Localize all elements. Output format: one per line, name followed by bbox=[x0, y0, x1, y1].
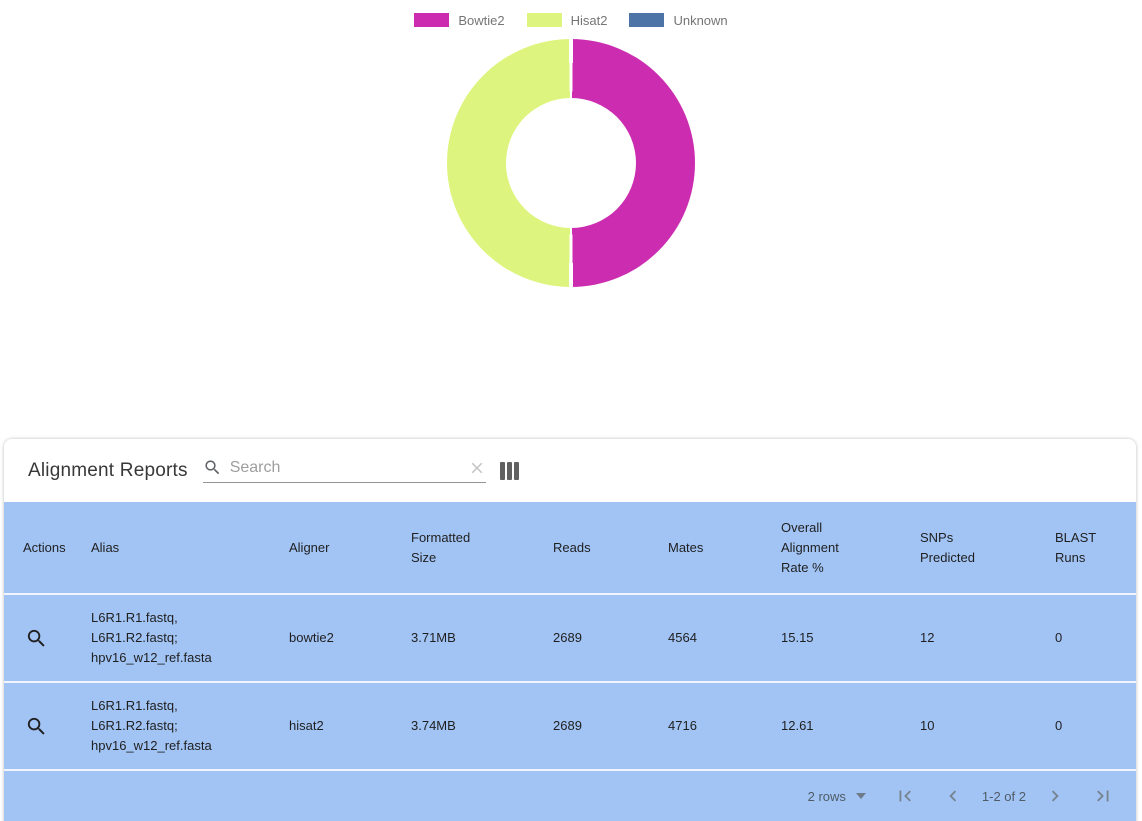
chevron-left-icon bbox=[942, 785, 964, 807]
previous-page-button[interactable] bbox=[942, 785, 964, 807]
column-header-aligner: Aligner bbox=[289, 539, 330, 555]
column-header-formatted-size: Formatted Size bbox=[411, 529, 471, 565]
legend-item-hisat2: Hisat2 bbox=[526, 12, 608, 28]
column-header-snps-predicted: SNPs Predicted bbox=[920, 529, 975, 565]
legend-swatch-unknown bbox=[629, 13, 665, 27]
next-page-button[interactable] bbox=[1044, 785, 1066, 807]
close-icon bbox=[468, 459, 486, 477]
table-row: L6R1.R1.fastq, L6R1.R2.fastq; hpv16_w12_… bbox=[4, 681, 1136, 769]
clear-search-button[interactable] bbox=[468, 459, 486, 477]
blast-runs-cell: 0 bbox=[1055, 630, 1063, 645]
mates-cell: 4716 bbox=[668, 718, 697, 733]
column-header-overall-alignment-rate: Overall Alignment Rate % bbox=[781, 519, 839, 575]
column-header-blast-runs: BLAST Runs bbox=[1055, 529, 1096, 565]
snps-predicted-cell: 10 bbox=[920, 718, 935, 733]
last-page-icon bbox=[1092, 785, 1114, 807]
page-range-label: 1-2 of 2 bbox=[981, 788, 1026, 804]
alias-cell: L6R1.R1.fastq, L6R1.R2.fastq; hpv16_w12_… bbox=[91, 610, 212, 665]
column-header-reads: Reads bbox=[553, 539, 591, 555]
legend-label-bowtie2: Bowtie2 bbox=[458, 12, 505, 28]
column-visibility-button[interactable] bbox=[499, 461, 519, 480]
alias-cell: L6R1.R1.fastq, L6R1.R2.fastq; hpv16_w12_… bbox=[91, 698, 212, 753]
rows-per-page-select[interactable]: 2 rows bbox=[808, 789, 866, 804]
legend-label-hisat2: Hisat2 bbox=[570, 12, 608, 28]
column-header-mates: Mates bbox=[668, 539, 704, 555]
page-title: Alignment Reports bbox=[28, 459, 188, 481]
snps-predicted-cell: 12 bbox=[920, 630, 935, 645]
chevron-right-icon bbox=[1044, 785, 1066, 807]
search-field bbox=[202, 458, 486, 483]
search-action-icon bbox=[25, 715, 48, 738]
legend-swatch-bowtie2 bbox=[414, 13, 450, 27]
legend-item-bowtie2: Bowtie2 bbox=[414, 12, 505, 28]
overall-alignment-rate-cell: 15.15 bbox=[781, 630, 814, 645]
formatted-size-cell: 3.71MB bbox=[411, 630, 456, 645]
donut-chart bbox=[447, 39, 695, 287]
table-row: L6R1.R1.fastq, L6R1.R2.fastq; hpv16_w12_… bbox=[4, 593, 1136, 681]
aligner-summary-chart: Bowtie2 Hisat2 Unknown bbox=[0, 0, 1142, 287]
card-header: Alignment Reports bbox=[4, 439, 1136, 502]
reads-cell: 2689 bbox=[553, 630, 582, 645]
view-report-button[interactable] bbox=[25, 627, 48, 650]
legend-swatch-hisat2 bbox=[526, 13, 562, 27]
blast-runs-cell: 0 bbox=[1055, 718, 1063, 733]
chart-legend: Bowtie2 Hisat2 Unknown bbox=[414, 12, 728, 28]
first-page-button[interactable] bbox=[894, 785, 916, 807]
search-input[interactable] bbox=[229, 458, 468, 477]
last-page-button[interactable] bbox=[1092, 785, 1114, 807]
column-header-actions: Actions bbox=[23, 539, 66, 555]
legend-item-unknown: Unknown bbox=[629, 12, 728, 28]
table-pagination: 2 rows 1-2 of 2 bbox=[4, 769, 1136, 821]
reads-cell: 2689 bbox=[553, 718, 582, 733]
formatted-size-cell: 3.74MB bbox=[411, 718, 456, 733]
alignment-reports-card: Alignment Reports Actions bbox=[4, 439, 1136, 821]
search-icon bbox=[203, 458, 222, 477]
column-header-alias: Alias bbox=[91, 539, 120, 555]
first-page-icon bbox=[894, 785, 916, 807]
overall-alignment-rate-cell: 12.61 bbox=[781, 718, 814, 733]
dropdown-caret-icon bbox=[855, 793, 866, 799]
aligner-cell: bowtie2 bbox=[289, 630, 334, 645]
aligner-cell: hisat2 bbox=[289, 718, 324, 733]
rows-per-page-label: 2 rows bbox=[807, 788, 846, 804]
view-column-icon bbox=[499, 461, 519, 480]
view-report-button[interactable] bbox=[25, 715, 48, 738]
page: Bowtie2 Hisat2 Unknown Alignment Reports bbox=[0, 0, 1142, 821]
table-header-row: Actions Alias Aligner Formatted Size Rea… bbox=[4, 502, 1136, 593]
legend-label-unknown: Unknown bbox=[673, 12, 728, 28]
search-action-icon bbox=[25, 627, 48, 650]
mates-cell: 4564 bbox=[668, 630, 697, 645]
